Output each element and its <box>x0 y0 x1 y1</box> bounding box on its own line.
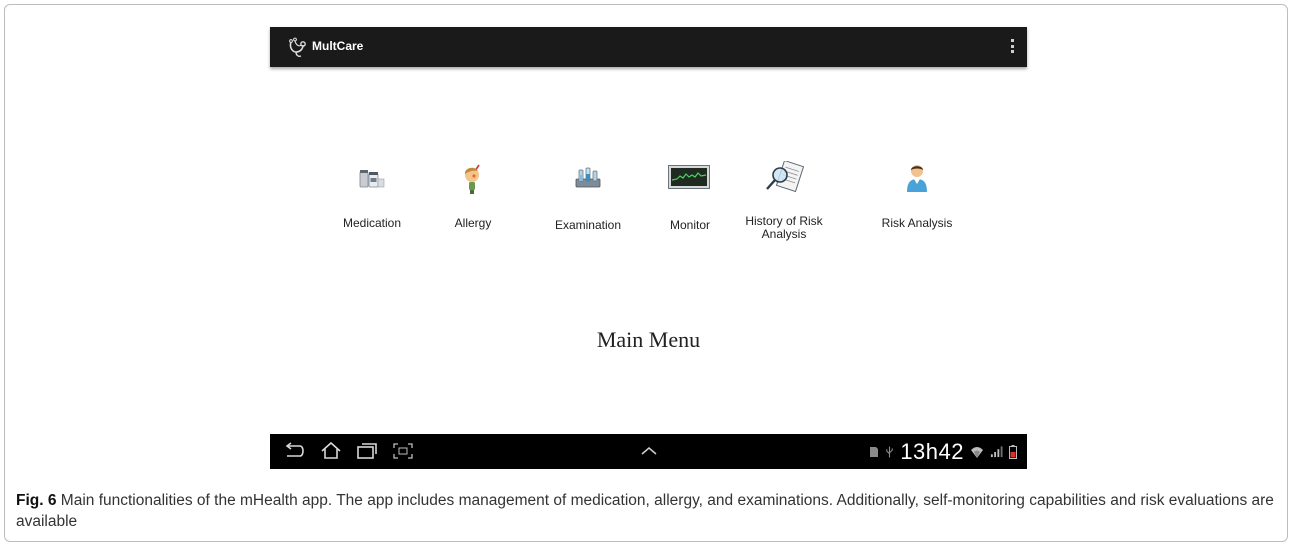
back-icon[interactable] <box>282 440 308 462</box>
action-bar: MultCare <box>270 27 1027 67</box>
battery-icon <box>1009 444 1017 459</box>
chevron-up-icon[interactable] <box>636 440 662 462</box>
monitor-icon <box>668 165 710 189</box>
menu-item-examination[interactable]: Examination <box>540 167 636 237</box>
menu-item-risk-analysis[interactable]: Risk Analysis <box>870 165 964 237</box>
medication-icon <box>359 170 385 188</box>
app-title: MultCare <box>312 39 364 53</box>
usb-icon <box>886 446 894 457</box>
home-icon[interactable] <box>318 440 344 462</box>
status-clock: 13h42 <box>900 438 964 464</box>
examination-icon <box>575 167 601 188</box>
sd-card-icon <box>870 446 879 457</box>
recent-apps-icon[interactable] <box>354 440 380 462</box>
menu-label-examination: Examination <box>554 218 622 232</box>
figure-caption: Fig. 6 Main functionalities of the mHeal… <box>16 490 1276 532</box>
menu-item-monitor[interactable]: Monitor <box>658 165 722 237</box>
menu-label-risk-analysis: Risk Analysis <box>881 216 953 230</box>
caption-label: Fig. 6 <box>16 492 57 509</box>
wifi-icon <box>971 446 983 458</box>
signal-icon <box>990 446 1003 458</box>
menu-label-monitor: Monitor <box>669 218 710 232</box>
allergy-icon <box>465 164 480 194</box>
caption-text: Main functionalities of the mHealth app.… <box>16 492 1274 530</box>
menu-item-allergy[interactable]: Allergy <box>438 164 508 237</box>
overflow-menu-icon[interactable] <box>1009 39 1015 55</box>
menu-label-allergy: Allergy <box>454 216 492 230</box>
status-area: 13h42 <box>869 438 1017 465</box>
menu-item-history-of-risk-analysis[interactable]: History of Risk Analysis <box>736 161 832 247</box>
risk-analysis-icon <box>907 165 927 192</box>
system-navigation-bar: 13h42 <box>270 434 1027 469</box>
app-screen: MultCare Medication Allergy Examination … <box>270 27 1027 469</box>
menu-item-medication[interactable]: Medication <box>332 167 412 237</box>
history-of-risk-analysis-icon <box>766 161 804 193</box>
screenshot-icon[interactable] <box>390 440 416 462</box>
main-menu-title: Main Menu <box>596 327 701 352</box>
menu-label-history-of-risk-analysis: History of Risk Analysis <box>745 214 823 241</box>
menu-label-medication: Medication <box>342 216 402 230</box>
app-logo-icon <box>289 37 306 57</box>
